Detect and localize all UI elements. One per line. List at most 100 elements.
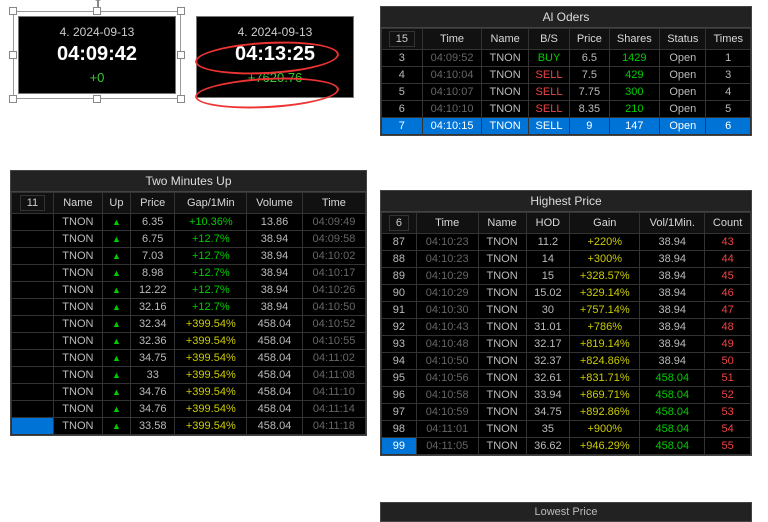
column-header[interactable]: Shares <box>609 29 660 50</box>
symbol-cell: TNON <box>53 248 102 265</box>
table-row[interactable]: TNON▲34.76+399.54%458.0404:11:10 <box>12 384 366 401</box>
table-row[interactable]: 404:10:04TNONSELL7.5429Open3 <box>382 67 751 84</box>
clock-widget-1[interactable]: 4. 2024-09-13 04:09:42 +0 <box>18 16 176 94</box>
price-cell: 34.76 <box>130 401 175 418</box>
column-header[interactable]: Volume <box>247 193 303 214</box>
table-row[interactable]: 9004:10:29TNON15.02+329.14%38.9446 <box>382 285 751 302</box>
shares-cell: 429 <box>609 67 660 84</box>
column-header[interactable]: Up <box>102 193 130 214</box>
resize-handle[interactable] <box>93 7 101 15</box>
symbol-cell: TNON <box>478 251 526 268</box>
row-number: 7 <box>382 118 423 135</box>
table-row[interactable]: 704:10:15TNONSELL9147Open6 <box>382 118 751 135</box>
table-row[interactable]: TNON▲6.35+10.36%13.8604:09:49 <box>12 214 366 231</box>
column-header[interactable]: HOD <box>526 213 570 234</box>
resize-handle[interactable] <box>177 7 185 15</box>
column-header[interactable]: Time <box>302 193 365 214</box>
times-cell: 5 <box>706 101 751 118</box>
column-header[interactable]: Vol/1Min. <box>640 213 705 234</box>
volume-cell: 38.94 <box>247 299 303 316</box>
gap-cell: +399.54% <box>175 350 247 367</box>
clock-widget-2[interactable]: 4. 2024-09-13 04:13:25 +7620.76 <box>196 16 354 98</box>
table-row[interactable]: TNON▲34.76+399.54%458.0404:11:14 <box>12 401 366 418</box>
hod-cell: 33.94 <box>526 387 570 404</box>
shares-cell: 147 <box>609 118 660 135</box>
symbol-cell: TNON <box>53 384 102 401</box>
column-header[interactable]: Price <box>130 193 175 214</box>
time-cell: 04:09:49 <box>302 214 365 231</box>
up-arrow-icon: ▲ <box>102 333 130 350</box>
count-cell: 50 <box>705 353 751 370</box>
table-row[interactable]: 9204:10:43TNON31.01+786%38.9448 <box>382 319 751 336</box>
price-cell: 32.34 <box>130 316 175 333</box>
row-number: 90 <box>382 285 417 302</box>
table-row[interactable]: 9804:11:01TNON35+900%458.0454 <box>382 421 751 438</box>
volume-cell: 38.94 <box>640 302 705 319</box>
table-row[interactable]: 9704:10:59TNON34.75+892.86%458.0453 <box>382 404 751 421</box>
time-cell: 04:11:02 <box>302 350 365 367</box>
hod-cell: 30 <box>526 302 570 319</box>
column-header[interactable]: Name <box>53 193 102 214</box>
table-row[interactable]: TNON▲8.98+12.7%38.9404:10:17 <box>12 265 366 282</box>
time-cell: 04:10:15 <box>422 118 482 135</box>
table-row[interactable]: TNON▲6.75+12.7%38.9404:09:58 <box>12 231 366 248</box>
resize-handle[interactable] <box>177 51 185 59</box>
symbol-cell: TNON <box>482 118 528 135</box>
table-row[interactable]: 9104:10:30TNON30+757.14%38.9447 <box>382 302 751 319</box>
rotate-handle-icon[interactable] <box>93 0 103 1</box>
table-row[interactable]: TNON▲33.58+399.54%458.0404:11:18 <box>12 418 366 435</box>
time-cell: 04:10:04 <box>422 67 482 84</box>
resize-handle[interactable] <box>93 95 101 103</box>
table-row[interactable]: 8704:10:23TNON11.2+220%38.9443 <box>382 234 751 251</box>
table-row[interactable]: TNON▲7.03+12.7%38.9404:10:02 <box>12 248 366 265</box>
hod-cell: 32.37 <box>526 353 570 370</box>
shares-cell: 300 <box>609 84 660 101</box>
column-header[interactable]: B/S <box>528 29 569 50</box>
resize-handle[interactable] <box>9 51 17 59</box>
column-header[interactable]: Gap/1Min <box>175 193 247 214</box>
row-marker <box>12 265 54 282</box>
column-header[interactable]: Time <box>422 29 482 50</box>
resize-handle[interactable] <box>9 95 17 103</box>
table-row[interactable]: 8904:10:29TNON15+328.57%38.9445 <box>382 268 751 285</box>
table-row[interactable]: TNON▲34.75+399.54%458.0404:11:02 <box>12 350 366 367</box>
time-cell: 04:10:30 <box>416 302 478 319</box>
resize-handle[interactable] <box>9 7 17 15</box>
gain-cell: +786% <box>570 319 640 336</box>
table-row[interactable]: 9904:11:05TNON36.62+946.29%458.0455 <box>382 438 751 455</box>
table-row[interactable]: 504:10:07TNONSELL7.75300Open4 <box>382 84 751 101</box>
column-header[interactable]: Name <box>478 213 526 234</box>
symbol-cell: TNON <box>478 370 526 387</box>
table-row[interactable]: TNON▲33+399.54%458.0404:11:08 <box>12 367 366 384</box>
table-row[interactable]: 604:10:10TNONSELL8.35210Open5 <box>382 101 751 118</box>
column-header[interactable]: Name <box>482 29 528 50</box>
column-header[interactable]: Price <box>570 29 609 50</box>
table-row[interactable]: 9404:10:50TNON32.37+824.86%38.9450 <box>382 353 751 370</box>
time-cell: 04:11:08 <box>302 367 365 384</box>
table-row[interactable]: TNON▲32.36+399.54%458.0404:10:55 <box>12 333 366 350</box>
two-minutes-table: 11NameUpPriceGap/1MinVolumeTime TNON▲6.3… <box>11 192 366 435</box>
table-row[interactable]: 9504:10:56TNON32.61+831.71%458.0451 <box>382 370 751 387</box>
times-cell: 6 <box>706 118 751 135</box>
table-row[interactable]: TNON▲32.16+12.7%38.9404:10:50 <box>12 299 366 316</box>
time-cell: 04:10:07 <box>422 84 482 101</box>
table-row[interactable]: 9304:10:48TNON32.17+819.14%38.9449 <box>382 336 751 353</box>
table-row[interactable]: 9604:10:58TNON33.94+869.71%458.0452 <box>382 387 751 404</box>
symbol-cell: TNON <box>53 231 102 248</box>
time-cell: 04:10:58 <box>416 387 478 404</box>
column-header[interactable]: Time <box>416 213 478 234</box>
column-header[interactable]: Times <box>706 29 751 50</box>
column-header[interactable]: Count <box>705 213 751 234</box>
table-row[interactable]: 8804:10:23TNON14+300%38.9444 <box>382 251 751 268</box>
hod-cell: 36.62 <box>526 438 570 455</box>
symbol-cell: TNON <box>478 387 526 404</box>
table-row[interactable]: TNON▲12.22+12.7%38.9404:10:26 <box>12 282 366 299</box>
column-header[interactable]: Gain <box>570 213 640 234</box>
column-header[interactable]: Status <box>660 29 706 50</box>
time-cell: 04:10:55 <box>302 333 365 350</box>
price-cell: 8.35 <box>570 101 609 118</box>
table-row[interactable]: 304:09:52TNONBUY6.51429Open1 <box>382 50 751 67</box>
table-row[interactable]: TNON▲32.34+399.54%458.0404:10:52 <box>12 316 366 333</box>
row-marker <box>12 401 54 418</box>
resize-handle[interactable] <box>177 95 185 103</box>
